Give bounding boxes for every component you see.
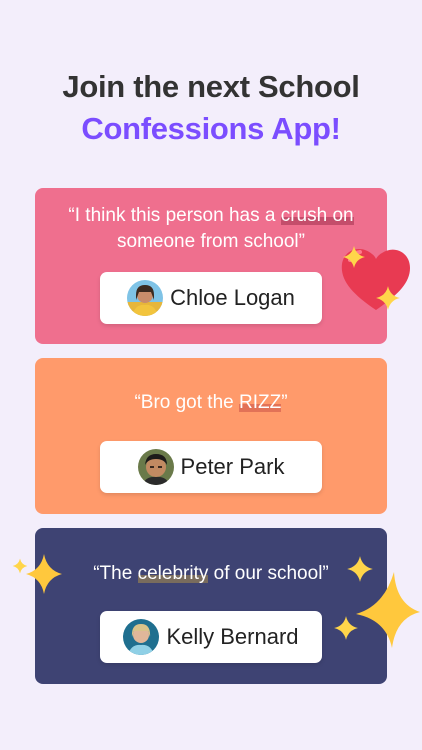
quote-highlight: RIZZ bbox=[239, 392, 282, 413]
confession-card-1[interactable]: “I think this person has a crush on some… bbox=[35, 188, 387, 344]
person-name: Kelly Bernard bbox=[166, 624, 299, 649]
quote-text: “Bro got the bbox=[134, 392, 239, 413]
avatar-icon bbox=[137, 449, 174, 485]
headline-line-1: Join the next School bbox=[62, 69, 360, 104]
quote-text: “The bbox=[93, 563, 138, 584]
confession-quote: “The celebrity of our school” bbox=[35, 561, 387, 587]
quote-highlight: celebrity bbox=[137, 563, 209, 584]
person-name: Peter Park bbox=[180, 454, 285, 479]
name-tag[interactable]: Kelly Bernard bbox=[100, 611, 322, 663]
star-icon bbox=[356, 572, 420, 648]
sparkle-icon bbox=[343, 246, 365, 268]
avatar-icon bbox=[127, 280, 164, 316]
quote-highlight: crush on bbox=[280, 205, 354, 226]
star-icon bbox=[26, 554, 62, 594]
name-tag[interactable]: Chloe Logan bbox=[100, 272, 322, 324]
name-tag[interactable]: Peter Park bbox=[100, 441, 322, 493]
quote-text: someone from school” bbox=[117, 231, 305, 252]
person-name: Chloe Logan bbox=[170, 285, 295, 310]
avatar-icon bbox=[123, 619, 160, 655]
quote-text: ” bbox=[281, 392, 288, 413]
headline: Join the next School Confessions App! bbox=[0, 66, 422, 150]
confession-card-2[interactable]: “Bro got the RIZZ” Peter Park bbox=[35, 358, 387, 514]
sparkle-icon bbox=[12, 558, 28, 574]
confession-quote: “Bro got the RIZZ” bbox=[35, 390, 387, 416]
quote-text: of our school” bbox=[208, 563, 329, 584]
sparkle-icon bbox=[334, 616, 358, 640]
confession-card-3[interactable]: “The celebrity of our school” Kelly Bern… bbox=[35, 528, 387, 684]
quote-text: “I think this person has a bbox=[68, 205, 281, 226]
confession-quote: “I think this person has a crush on some… bbox=[35, 203, 387, 255]
headline-line-2: Confessions App! bbox=[81, 111, 341, 146]
sparkle-icon bbox=[376, 286, 400, 310]
